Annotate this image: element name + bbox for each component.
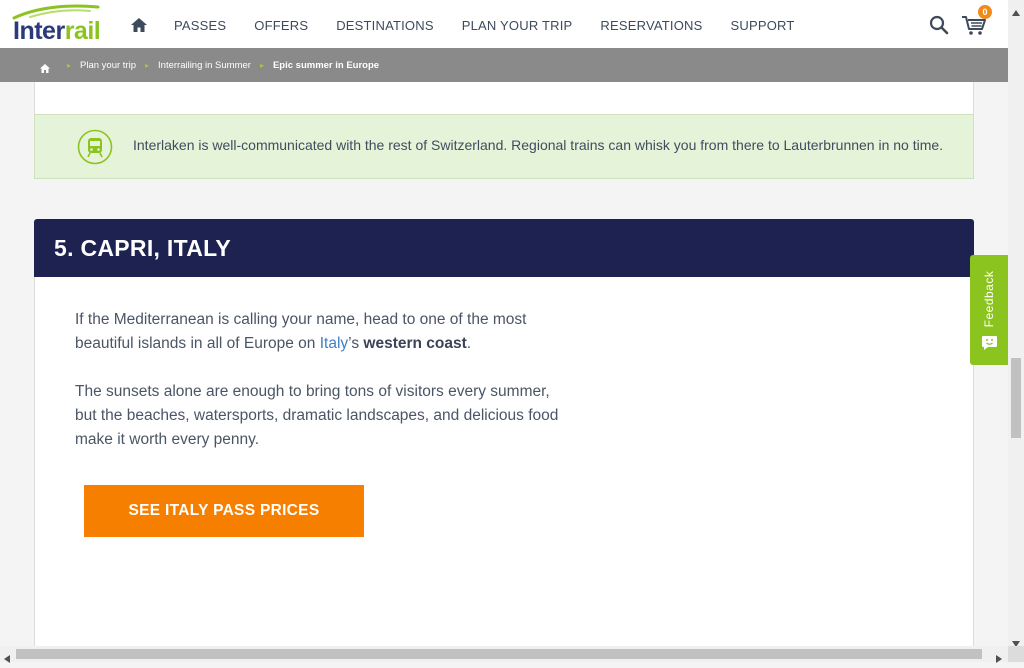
nav-plan-your-trip[interactable]: PLAN YOUR TRIP xyxy=(448,0,587,48)
horizontal-scroll-thumb[interactable] xyxy=(16,649,982,659)
search-icon[interactable] xyxy=(929,15,949,35)
see-italy-pass-prices-button[interactable]: SEE ITALY PASS PRICES xyxy=(84,485,364,537)
main-nav: PASSES OFFERS DESTINATIONS PLAN YOUR TRI… xyxy=(160,0,809,48)
para1-bold: western coast xyxy=(363,335,467,352)
para1-possessive: ’s xyxy=(348,335,364,352)
cart-count-badge: 0 xyxy=(978,5,992,19)
home-icon[interactable] xyxy=(130,17,148,33)
breadcrumb-trail: ▸ Plan your trip ▸ Interrailing in Summe… xyxy=(58,48,379,82)
para1-end: . xyxy=(466,335,472,352)
interrail-logo[interactable]: Interrail xyxy=(10,4,102,46)
scroll-left-arrow-icon[interactable] xyxy=(4,650,10,663)
logo-wordmark: Interrail xyxy=(13,17,101,46)
section-paragraph-2: The sunsets alone are enough to bring to… xyxy=(75,383,559,448)
breadcrumb-separator: ▸ xyxy=(259,60,264,70)
section-header: 5. CAPRI, ITALY xyxy=(34,219,974,277)
vertical-scrollbar[interactable] xyxy=(1008,0,1024,647)
logo-rail-text: rail xyxy=(64,17,101,45)
breadcrumb-current: Epic summer in Europe xyxy=(272,59,380,71)
tip-text: Interlaken is well-communicated with the… xyxy=(133,137,944,153)
feedback-smile-icon xyxy=(981,335,998,351)
nav-offers[interactable]: OFFERS xyxy=(240,0,322,48)
nav-reservations[interactable]: RESERVATIONS xyxy=(586,0,716,48)
breadcrumb-interrailing-in-summer[interactable]: Interrailing in Summer xyxy=(158,60,251,71)
breadcrumb: ▸ Plan your trip ▸ Interrailing in Summe… xyxy=(0,48,1008,82)
horizontal-scrollbar[interactable] xyxy=(0,646,1008,663)
section-paragraph-1: If the Mediterranean is calling your nam… xyxy=(75,308,575,356)
breadcrumb-separator: ▸ xyxy=(145,60,150,70)
breadcrumb-home-icon[interactable] xyxy=(40,60,50,73)
italy-link[interactable]: Italy xyxy=(320,335,348,352)
feedback-label: Feedback xyxy=(982,270,996,328)
feedback-tab[interactable]: Feedback xyxy=(970,255,1008,365)
scrollbar-corner xyxy=(1008,646,1024,662)
breadcrumb-separator: ▸ xyxy=(67,60,72,70)
nav-support[interactable]: SUPPORT xyxy=(717,0,809,48)
section-title: 5. CAPRI, ITALY xyxy=(54,235,232,261)
section-body: If the Mediterranean is calling your nam… xyxy=(34,277,974,662)
scroll-down-arrow-icon[interactable] xyxy=(1012,634,1020,647)
train-icon xyxy=(77,129,113,165)
logo-inter-text: Inter xyxy=(13,17,65,45)
breadcrumb-plan-your-trip[interactable]: Plan your trip xyxy=(80,60,136,71)
nav-passes[interactable]: PASSES xyxy=(160,0,240,48)
vertical-scroll-thumb[interactable] xyxy=(1011,358,1021,438)
scroll-right-arrow-icon[interactable] xyxy=(996,650,1002,663)
nav-destinations[interactable]: DESTINATIONS xyxy=(322,0,448,48)
tip-box: Interlaken is well-communicated with the… xyxy=(34,114,974,179)
scroll-up-arrow-icon[interactable] xyxy=(1012,3,1020,16)
previous-section-body xyxy=(34,82,974,114)
site-header: Interrail PASSES OFFERS DESTINATIONS PLA… xyxy=(0,0,1008,48)
